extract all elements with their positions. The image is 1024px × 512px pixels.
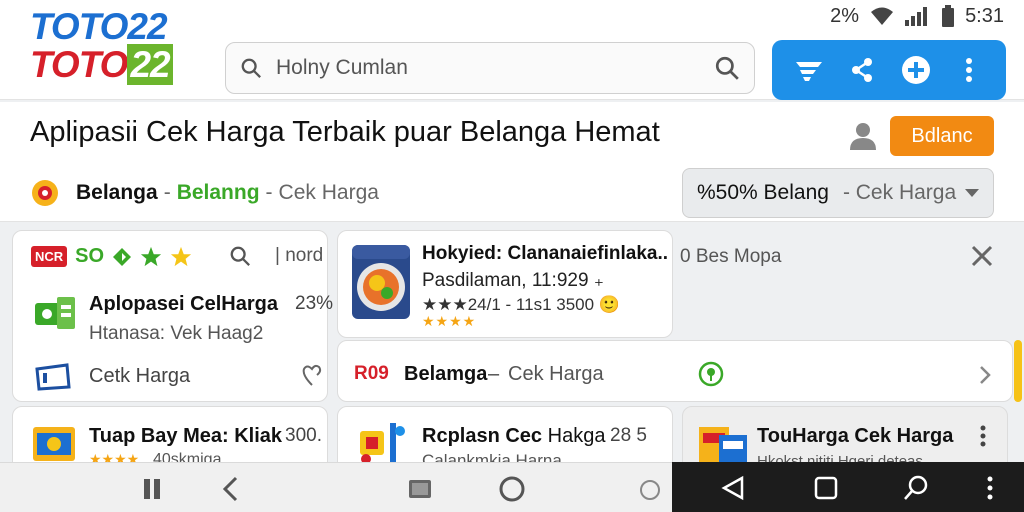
kebab-menu-icon[interactable]: [979, 425, 987, 447]
close-icon[interactable]: [970, 244, 994, 268]
location-pin-icon: [698, 361, 724, 387]
rating-stars: ★★★★: [422, 313, 477, 329]
home-square-icon[interactable]: [812, 474, 840, 502]
product-image: [360, 423, 405, 464]
select-sub: - Cek Harga: [842, 181, 957, 204]
recent-apps-icon[interactable]: [140, 475, 168, 503]
store-title: Belamga: [404, 363, 488, 385]
kebab-menu-icon: [966, 58, 973, 82]
store-separator: –: [488, 363, 500, 385]
search-bar[interactable]: [225, 42, 755, 94]
filter-icon: [795, 62, 822, 81]
card-percent: 23%: [295, 293, 334, 314]
breadcrumb: Belanga - Belanng - Cek Harga: [30, 178, 379, 208]
red-tag: NCR: [31, 246, 68, 267]
breadcrumb-separator: -: [163, 181, 171, 204]
chevron-down-icon: [965, 189, 979, 197]
card-title-b: Hakga: [547, 425, 606, 447]
page-title: Aplipasii Cek Harga Terbaik puar Belanga…: [30, 116, 660, 148]
store-subtitle: Cek Harga: [508, 363, 604, 385]
wifi-icon: [871, 7, 894, 25]
green-tag: SO: [75, 245, 105, 267]
product-card[interactable]: NCR SO | nord Aplopasei CelHarga 23% Hta…: [12, 230, 333, 402]
price-tag-icon: [35, 297, 75, 329]
logo-line-2-a: TOTO: [30, 44, 128, 85]
diamond-icon: [113, 247, 132, 266]
window-icon[interactable]: [406, 475, 434, 503]
signal-icon: [905, 7, 928, 26]
card-subtitle: Pasdilaman, 11:929 ₊: [422, 270, 604, 291]
search-submit-icon[interactable]: [714, 55, 740, 81]
mini-label: | nord: [275, 245, 324, 266]
breadcrumb-item-2[interactable]: Belanng: [177, 181, 260, 205]
heart-icon[interactable]: [301, 363, 323, 387]
card-title: Hokyied: Clananaiefinlaka..: [422, 243, 669, 264]
store-row[interactable]: R09 Belamga – Cek Harga: [337, 340, 1013, 402]
more-options-button[interactable]: [951, 52, 987, 88]
badge-icon: [32, 180, 58, 206]
clock: 5:31: [965, 4, 1004, 27]
bottom-nav-right: [672, 462, 1024, 512]
discount-select[interactable]: %50% Belang - Cek Harga: [682, 168, 994, 218]
scroll-indicator[interactable]: [1014, 340, 1022, 402]
battery-percent: 2%: [830, 4, 860, 27]
product-card[interactable]: Hokyied: Clananaiefinlaka.. Pasdilaman, …: [337, 230, 673, 338]
card-subtitle: Htanasa: Vek Haag2: [89, 323, 264, 344]
logo-line-2-b: 22: [127, 44, 173, 85]
card-number: 300.: [285, 425, 322, 446]
plus-circle-icon: [901, 56, 930, 84]
product-box-image: [33, 427, 75, 461]
user-icon[interactable]: [848, 120, 878, 150]
product-box-image: [699, 427, 747, 465]
search-input[interactable]: [276, 56, 714, 80]
battery-icon: [942, 5, 955, 27]
search-icon[interactable]: [229, 245, 251, 267]
add-button[interactable]: [898, 52, 934, 88]
tag-row: NCR SO: [31, 245, 192, 268]
primary-action-button[interactable]: Bdlanc: [890, 116, 994, 156]
card-title: Tuap Bay Mea: Kliak: [89, 425, 283, 447]
kebab-menu-icon[interactable]: [976, 474, 1004, 502]
logo-line-2: TOTO22: [30, 44, 173, 85]
home-icon[interactable]: [498, 475, 526, 503]
breadcrumb-item-1[interactable]: Belanga: [76, 181, 158, 205]
bottom-nav-left: [0, 462, 672, 512]
search-icon: [241, 58, 261, 78]
back-icon[interactable]: [218, 475, 246, 503]
back-triangle-icon[interactable]: [720, 474, 748, 502]
status-bar: 2% 5:31: [830, 4, 1004, 28]
card-title: TouHarga Cek Harga: [757, 425, 954, 447]
check-price-link[interactable]: Cetk Harga: [89, 365, 190, 388]
card-title: Aplopasei CelHarga: [89, 293, 278, 315]
star-icon: [140, 246, 162, 266]
washing-machine-image: [352, 245, 410, 319]
card-meta: ★★★24/1 - 11s1 3500 🙂: [422, 295, 620, 314]
share-icon: [852, 58, 873, 82]
breadcrumb-item-3: Cek Harga: [278, 181, 379, 204]
top-app-bar: TOTO22 TOTO22 2% 5:31: [0, 0, 1024, 100]
app-logo[interactable]: TOTO22 TOTO22: [30, 6, 173, 85]
logo-line-1: TOTO22: [30, 6, 168, 47]
card-number: 28 5: [610, 425, 647, 446]
card-title: Rcplasn Cec Hakga: [422, 425, 605, 448]
card-title-a: Rcplasn Cec: [422, 425, 543, 447]
side-label: 0 Bes Mopa: [680, 246, 782, 267]
action-toolbar: [772, 40, 1006, 100]
share-button[interactable]: [844, 52, 880, 88]
breadcrumb-separator: -: [265, 181, 273, 204]
assistant-icon[interactable]: [636, 475, 664, 503]
ticket-icon: [35, 363, 71, 391]
filter-button[interactable]: [791, 52, 827, 88]
chevron-right-icon[interactable]: [978, 365, 992, 385]
select-value: %50% Belang: [697, 181, 829, 204]
star-icon: [170, 246, 192, 266]
search-icon[interactable]: [902, 474, 930, 502]
store-brand: R09: [354, 363, 389, 384]
